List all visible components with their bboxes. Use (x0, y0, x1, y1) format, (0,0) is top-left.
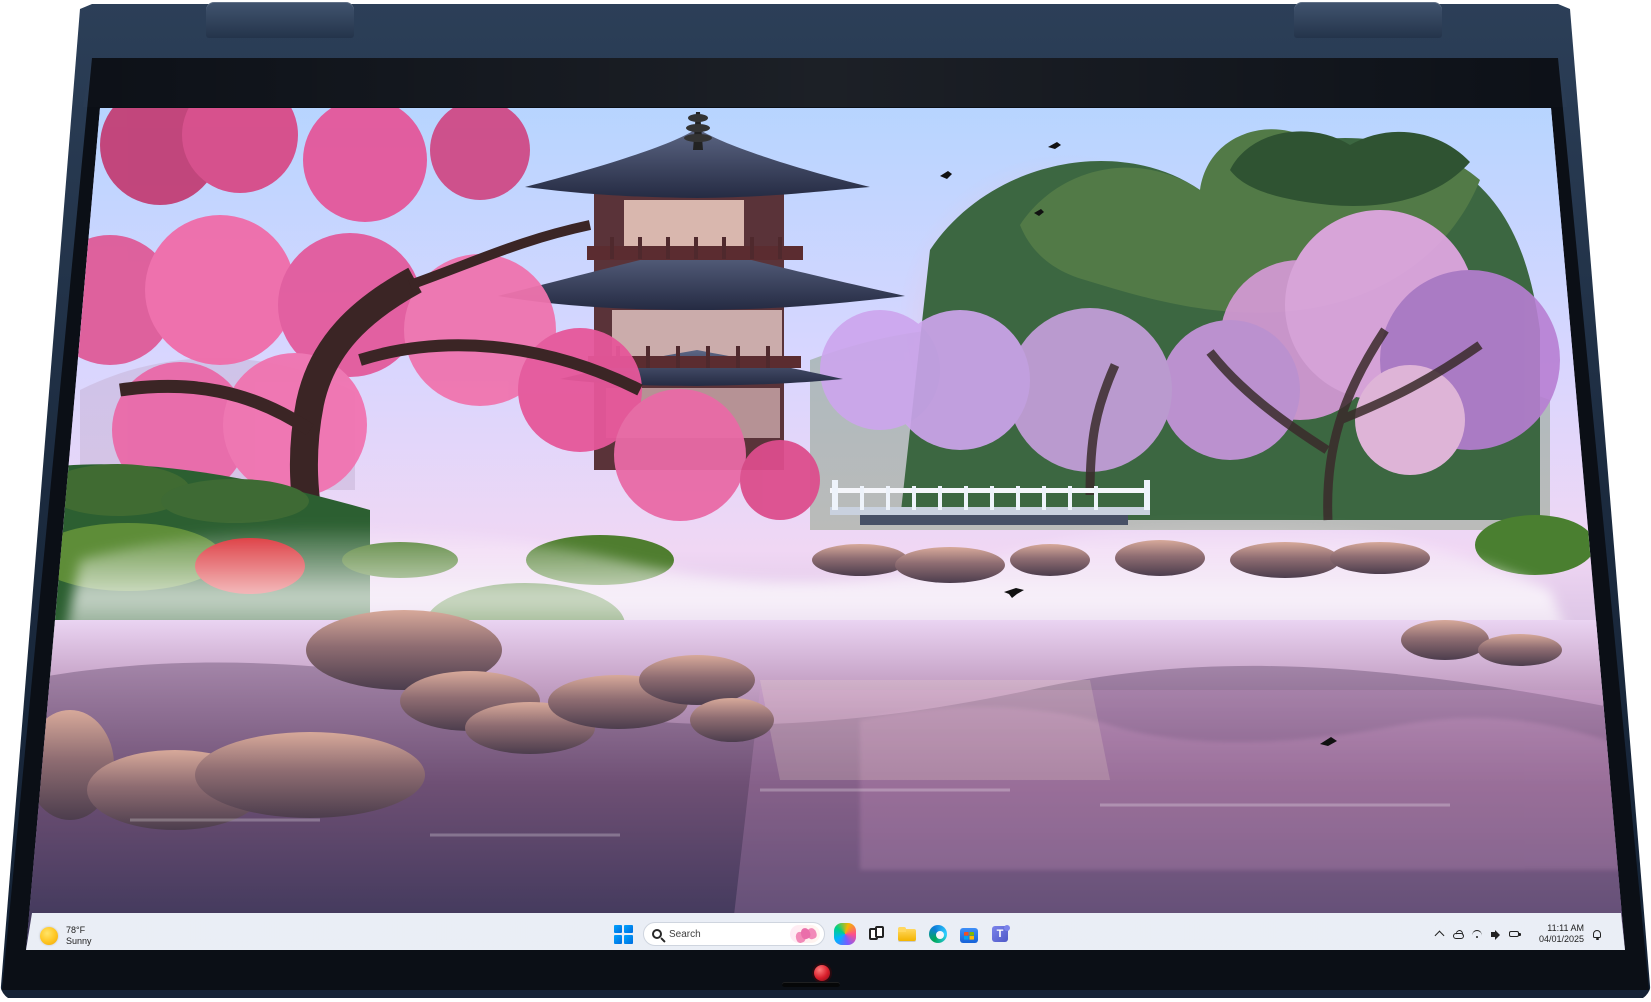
lotus-icon (790, 925, 820, 943)
file-explorer-button[interactable] (896, 923, 918, 945)
search-placeholder: Search (669, 928, 701, 940)
cloud-icon[interactable] (1452, 928, 1464, 940)
desktop-wallpaper (26, 108, 1625, 950)
search-icon (652, 929, 662, 939)
weather-condition: Sunny (66, 936, 92, 946)
wifi-icon[interactable] (1471, 928, 1483, 940)
notifications-bell-icon[interactable] (1591, 928, 1603, 940)
desktop-screen (26, 108, 1625, 950)
weather-temperature: 78°F (66, 925, 86, 935)
windows-icon (613, 924, 633, 944)
volume-icon[interactable] (1490, 928, 1502, 940)
weather-text: 78°F Sunny (66, 925, 92, 947)
microsoft-store-button[interactable] (958, 923, 980, 945)
clock-time: 11:11 AM (1547, 923, 1584, 933)
start-button[interactable] (612, 923, 634, 945)
teams-button[interactable] (989, 923, 1011, 945)
copilot-button[interactable] (834, 923, 856, 945)
taskbar-clock[interactable]: 11:11 AM 04/01/2025 (1536, 923, 1584, 945)
webcam-indicator (814, 965, 830, 981)
task-view-button[interactable] (865, 923, 887, 945)
weather-widget[interactable]: 78°F Sunny (40, 922, 92, 950)
taskbar-search-box[interactable]: Search (643, 922, 825, 946)
left-hinge (206, 2, 354, 38)
laptop-device: 78°F Sunny Search T 11:11 AM 04/01/2025 (0, 0, 1651, 1001)
battery-icon[interactable] (1509, 928, 1521, 940)
edge-browser-button[interactable] (927, 923, 949, 945)
wallpaper-image (26, 108, 1625, 950)
camera-sensor-bar (782, 982, 840, 987)
system-tray: 11:11 AM 04/01/2025 (1433, 920, 1603, 948)
chevron-up-icon[interactable] (1433, 928, 1445, 940)
sun-icon (40, 927, 58, 945)
clock-date: 04/01/2025 (1538, 934, 1584, 944)
right-hinge (1294, 2, 1442, 38)
taskbar-center-icons: Search (612, 921, 1011, 947)
